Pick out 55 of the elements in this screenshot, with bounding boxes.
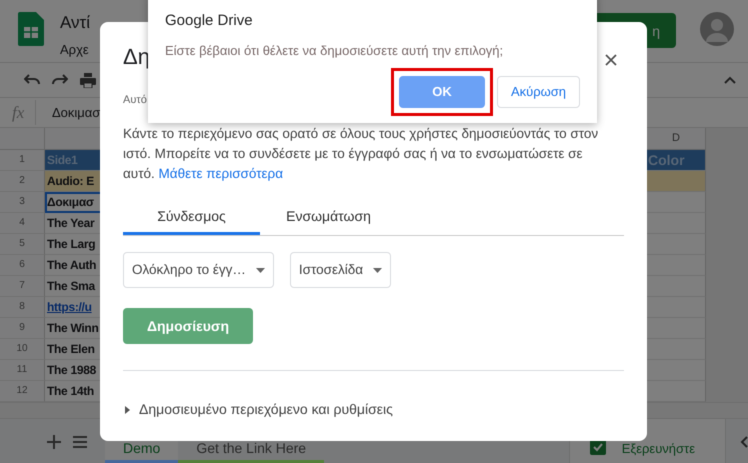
ok-button[interactable]: OK — [399, 76, 485, 108]
row-header[interactable]: 10 — [0, 339, 45, 360]
table-cell[interactable] — [647, 381, 706, 402]
cancel-button[interactable]: Ακύρωση — [497, 76, 580, 108]
redo-icon[interactable] — [52, 74, 68, 86]
table-cell[interactable] — [647, 192, 706, 213]
row-header[interactable]: 6 — [0, 255, 45, 276]
row-header[interactable]: 8 — [0, 297, 45, 318]
table-cell[interactable] — [647, 213, 706, 234]
tab[interactable]: Ενσωμάτωση — [260, 200, 397, 235]
tab[interactable]: Σύνδεσμος — [123, 200, 260, 235]
plus-icon[interactable] — [47, 434, 61, 448]
avatar — [700, 12, 734, 46]
table-cell[interactable] — [647, 360, 706, 381]
dialog-title: Google Drive — [165, 12, 254, 30]
description-text: Κάντε το περιεχόμενο σας ορατό σε όλους τους χρήστες δημοσιεύοντάς το στον ιστό. Μπορείτε να το συνδέσετε με το έγγραφό σας ή να το ενσωματώσετε σε αυτό. Μάθετε περισσότερα — [123, 125, 600, 183]
row-header[interactable]: 4 — [0, 213, 45, 234]
sheets-logo-icon — [18, 12, 44, 46]
table-cell[interactable] — [647, 234, 706, 255]
dialog-message: Είστε βέβαιοι ότι θέλετε να δημοσιεύσετε αυτή την επιλογή; — [165, 43, 504, 58]
note-text: Αυτό — [123, 94, 147, 107]
dropdown[interactable]: Ολόκληρο το έγγ… — [123, 252, 274, 288]
row-header[interactable]: 1 — [0, 150, 45, 171]
caret-icon — [373, 268, 382, 272]
row-header[interactable]: 11 — [0, 360, 45, 381]
table-cell[interactable] — [647, 171, 706, 192]
row-header[interactable]: 2 — [0, 171, 45, 192]
chevron-up-icon[interactable] — [724, 76, 736, 84]
expander[interactable]: Δημοσιευμένο περιεχόμενο και ρυθμίσεις — [123, 399, 393, 420]
row-header[interactable]: 7 — [0, 276, 45, 297]
row-header[interactable]: 3 — [0, 192, 45, 213]
expand-icon — [123, 406, 131, 414]
sheet-tab[interactable]: Get the Link Here — [178, 419, 324, 463]
formula-field[interactable]: Δοκιμασ — [52, 102, 100, 122]
close-button[interactable] — [605, 54, 617, 66]
learn-more-link[interactable]: Μάθετε περισσότερα — [158, 166, 284, 181]
table-cell[interactable] — [647, 339, 706, 360]
publish-button[interactable]: Δημοσίευση — [123, 308, 253, 344]
row-header[interactable]: 12 — [0, 381, 45, 402]
print-icon[interactable] — [80, 72, 96, 88]
caret-icon — [256, 268, 265, 272]
close-icon — [605, 54, 617, 66]
document-title[interactable]: Αντί — [60, 12, 90, 34]
chevron-left-icon[interactable] — [740, 436, 748, 448]
sheet-list-icon[interactable] — [73, 436, 87, 448]
dropdown[interactable]: Ιστοσελίδα — [290, 252, 392, 288]
row-header[interactable]: 5 — [0, 234, 45, 255]
table-cell[interactable] — [647, 255, 706, 276]
table-cell[interactable] — [647, 276, 706, 297]
undo-icon[interactable] — [24, 74, 40, 86]
table-cell[interactable]: Color — [647, 150, 706, 171]
menu-item[interactable]: Αρχε — [60, 40, 89, 60]
row-header[interactable]: 9 — [0, 318, 45, 339]
table-cell[interactable] — [647, 297, 706, 318]
table-cell[interactable] — [647, 318, 706, 339]
